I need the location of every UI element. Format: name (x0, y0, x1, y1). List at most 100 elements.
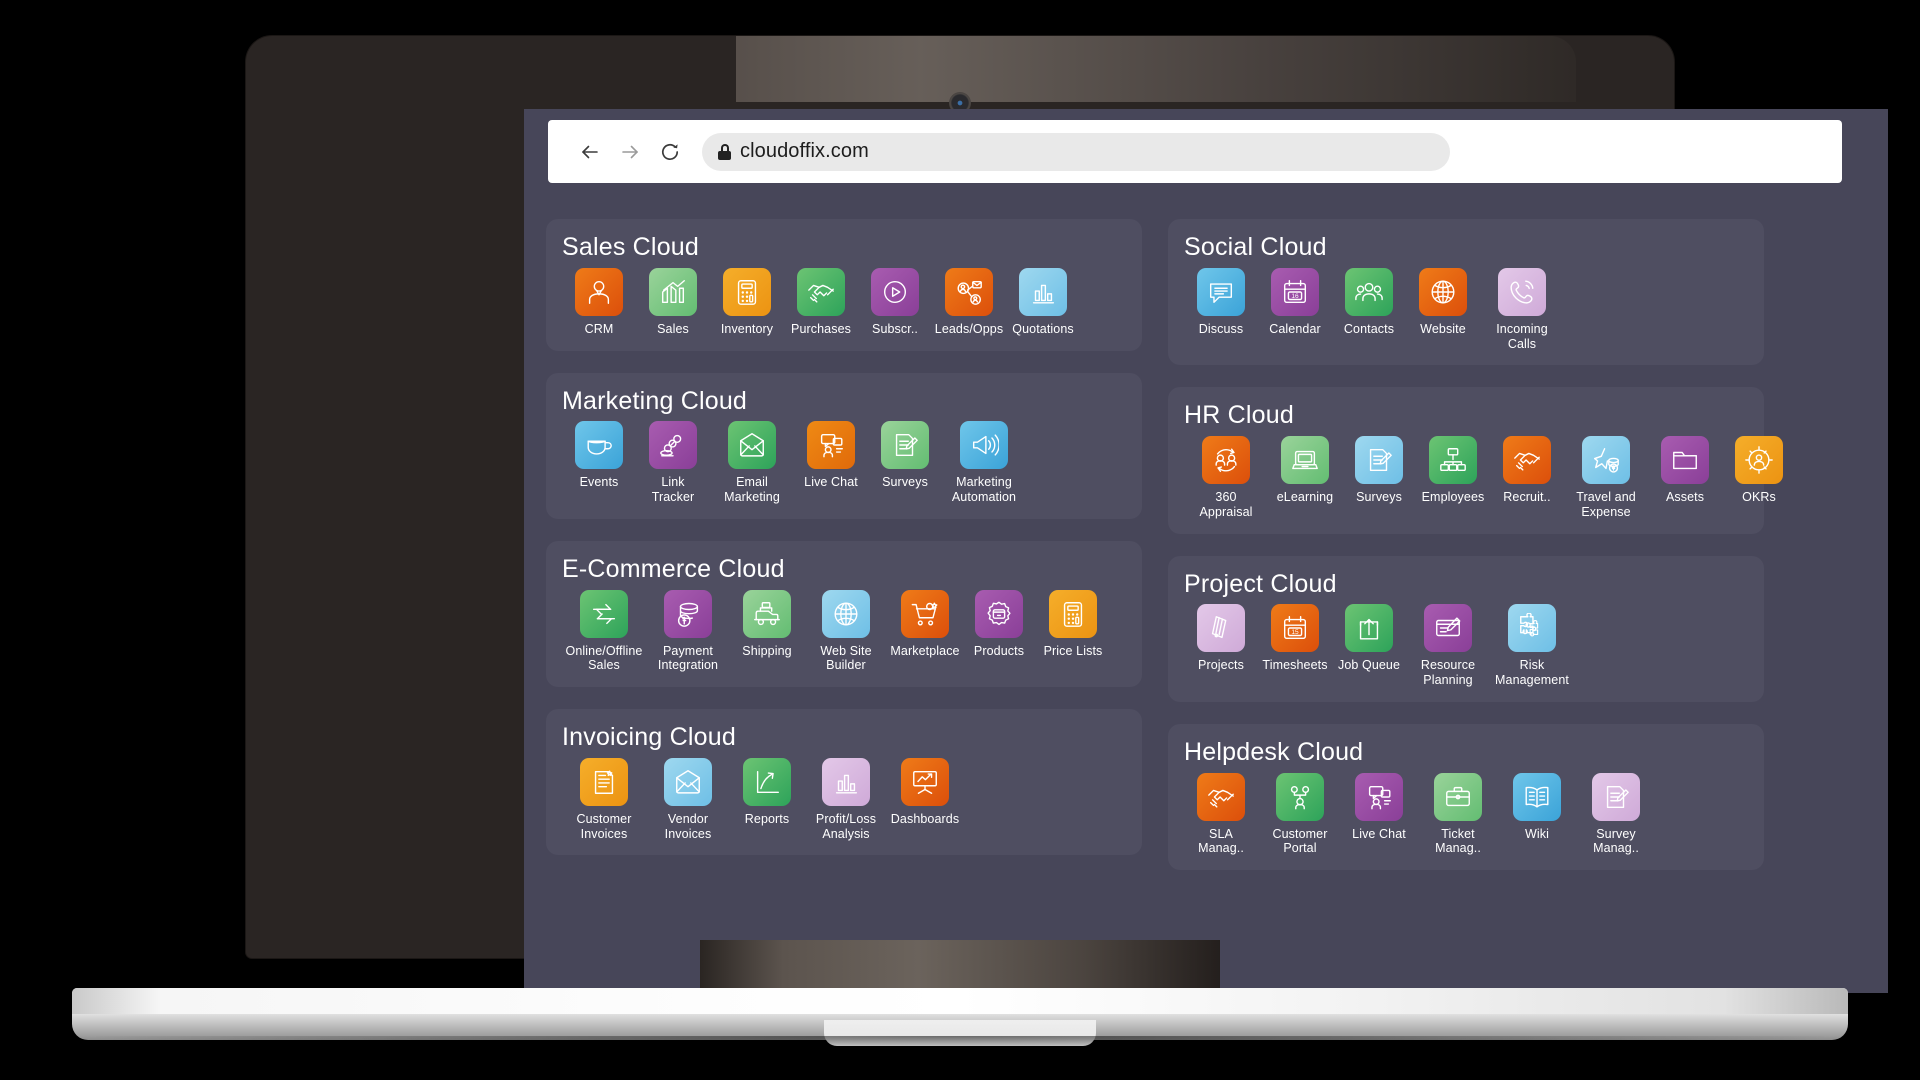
app-label: Inventory (720, 321, 774, 336)
app-tile[interactable]: Assets (1648, 436, 1722, 505)
laptop-lid-sheen (736, 36, 1576, 102)
app-launcher-page: Sales Cloud CRM Sales Inventory Purchases Sub… (524, 195, 1888, 993)
app-tile[interactable]: Resource Planning (1406, 604, 1490, 688)
app-grid: Events Link Tracker Email Marketing Live Ch… (562, 421, 1126, 505)
bar-chart-icon (1019, 267, 1067, 316)
panel-invoicing-cloud: Invoicing Cloud Customer Invoices Vendor I… (546, 709, 1142, 856)
app-label: Email Marketing (724, 475, 780, 504)
app-tile[interactable]: Ticket Manag.. (1416, 772, 1500, 857)
app-label: Shipping (742, 643, 792, 658)
app-grid: Discuss 16 Calendar Contacts Website Incoming… (1184, 267, 1748, 352)
app-tile[interactable]: Survey Manag.. (1574, 772, 1658, 857)
app-tile[interactable]: Customer Portal (1258, 772, 1342, 857)
app-tile[interactable]: Live Chat (794, 421, 868, 490)
app-label: Marketing Automation (951, 475, 1017, 504)
handshake-icon (1197, 772, 1245, 821)
laptop-screen: cloudoffix.com Sales Cloud CRM Sales Invent… (524, 109, 1888, 993)
app-tile[interactable]: Purchases (784, 267, 858, 337)
app-label: Incoming Calls (1496, 321, 1548, 351)
app-tile[interactable]: Web Site Builder (804, 589, 888, 674)
app-tile[interactable]: Subscr.. (858, 267, 932, 337)
forward-icon[interactable] (610, 132, 650, 172)
org-chart-icon (1429, 436, 1477, 484)
app-tile[interactable]: Wiki (1500, 772, 1574, 842)
app-label: Surveys (1356, 490, 1402, 504)
app-tile[interactable]: Marketplace (888, 589, 962, 659)
envelope-icon (728, 421, 776, 470)
app-label: Online/Offline Sales (565, 643, 643, 673)
app-tile[interactable]: Recruit.. (1490, 436, 1564, 505)
app-label: Leads/Opps (934, 321, 1004, 336)
app-tile[interactable]: Travel and Expense (1564, 436, 1648, 520)
app-grid: Customer Invoices Vendor Invoices Reports P… (562, 757, 1126, 842)
app-tile[interactable]: Risk Management (1490, 604, 1574, 688)
app-tile[interactable]: Reports (730, 757, 804, 827)
app-label: Projects (1198, 658, 1244, 673)
app-tile[interactable]: Vendor Invoices (646, 757, 730, 842)
app-label: 360 Appraisal (1199, 490, 1253, 519)
gear-box-icon (975, 589, 1023, 638)
app-tile[interactable]: Events (562, 421, 636, 490)
appraisal-cycle-icon (1202, 436, 1250, 484)
app-label: Assets (1665, 490, 1705, 504)
app-tile[interactable]: Contacts (1332, 267, 1406, 337)
back-icon[interactable] (570, 132, 610, 172)
travel-expense-icon (1582, 436, 1630, 484)
user-profile-icon (575, 267, 623, 316)
calculator-icon (1049, 589, 1097, 638)
app-tile[interactable]: Employees (1416, 436, 1490, 505)
app-tile[interactable]: Surveys (868, 421, 942, 490)
app-tile[interactable]: Online/Offline Sales (562, 589, 646, 674)
app-tile[interactable]: Quotations (1006, 267, 1080, 337)
app-label: OKRs (1742, 490, 1776, 504)
planning-board-icon (1424, 604, 1472, 653)
app-tile[interactable]: Incoming Calls (1480, 267, 1564, 352)
app-label: Purchases (791, 321, 851, 336)
app-label: Quotations (1012, 321, 1074, 336)
app-tile[interactable]: Discuss (1184, 267, 1258, 337)
app-tile[interactable]: Surveys (1342, 436, 1416, 505)
app-tile[interactable]: Shipping (730, 589, 804, 659)
app-tile[interactable]: Email Marketing (710, 421, 794, 505)
coins-stack-icon (664, 589, 712, 638)
okr-target-icon (1735, 436, 1783, 484)
app-label: Website (1420, 321, 1466, 336)
app-label: Calendar (1269, 321, 1321, 336)
app-label: Products (973, 643, 1025, 658)
app-tile[interactable]: OKRs (1722, 436, 1796, 505)
app-tile[interactable]: Website (1406, 267, 1480, 337)
app-tile[interactable]: 16 Calendar (1258, 267, 1332, 337)
browser-toolbar: cloudoffix.com (548, 120, 1842, 183)
app-tile[interactable]: Projects (1184, 604, 1258, 673)
app-tile[interactable]: Customer Invoices (562, 757, 646, 842)
app-tile[interactable]: SLA Manag.. (1184, 772, 1258, 857)
app-label: Surveys (882, 475, 928, 490)
app-label: eLearning (1276, 490, 1334, 504)
app-tile[interactable]: Dashboards (888, 757, 962, 827)
app-tile[interactable]: Sales (636, 267, 710, 337)
app-tile[interactable]: Live Chat (1342, 772, 1416, 842)
app-tile[interactable]: Marketing Automation (942, 421, 1026, 505)
app-tile[interactable]: Job Queue (1332, 604, 1406, 673)
left-column: Sales Cloud CRM Sales Inventory Purchases Sub… (546, 219, 1142, 870)
address-bar[interactable]: cloudoffix.com (702, 132, 1450, 171)
app-label: Customer Portal (1272, 826, 1328, 856)
helpdesk-cloud-title: Helpdesk Cloud (1184, 737, 1364, 766)
app-tile[interactable]: 15 Timesheets (1258, 604, 1332, 673)
app-tile[interactable]: Profit/Loss Analysis (804, 757, 888, 842)
app-tile[interactable]: Price Lists (1036, 589, 1110, 659)
link-chain-icon (649, 421, 697, 470)
app-tile[interactable]: Payment Integration (646, 589, 730, 674)
app-label: Subscr.. (872, 321, 918, 336)
app-tile[interactable]: Leads/Opps (932, 267, 1006, 337)
app-tile[interactable]: 360 Appraisal (1184, 436, 1268, 520)
app-tile[interactable]: Products (962, 589, 1036, 659)
app-tile[interactable]: Link Tracker (636, 421, 710, 505)
app-tile[interactable]: CRM (562, 267, 636, 337)
app-tile[interactable]: Inventory (710, 267, 784, 337)
app-tile[interactable]: eLearning (1268, 436, 1342, 505)
reload-icon[interactable] (650, 132, 690, 172)
screenshot-stage: cloudoffix.com Sales Cloud CRM Sales Invent… (0, 0, 1920, 1080)
presentation-chart-icon (901, 757, 949, 806)
app-label: SLA Manag.. (1198, 826, 1244, 856)
